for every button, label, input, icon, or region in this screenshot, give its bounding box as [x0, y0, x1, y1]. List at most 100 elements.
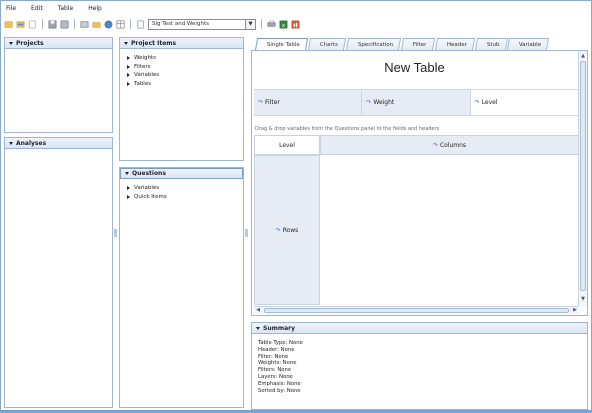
expand-icon[interactable] — [127, 81, 130, 86]
summary-line: Emphasis: None — [258, 380, 301, 387]
sig-test-dropdown[interactable]: Sig Test and Weights ▼ — [148, 18, 256, 30]
filter-drop-zone[interactable]: ↷ Filter — [254, 90, 363, 115]
columns-drop-zone[interactable]: ↷ Columns — [320, 135, 579, 155]
menu-bar: File Edit Table Help — [1, 1, 591, 15]
tab-charts[interactable]: Charts — [307, 38, 346, 50]
expand-icon[interactable] — [127, 56, 130, 61]
drop-zone-label: Filter — [265, 99, 280, 106]
table-icon[interactable] — [116, 20, 125, 29]
collapse-icon[interactable] — [124, 41, 128, 45]
project-items-title: Project Items — [131, 39, 177, 47]
collapse-icon[interactable] — [9, 141, 13, 145]
horizontal-scrollbar[interactable]: ◀ ▶ — [254, 306, 579, 314]
menu-file[interactable]: File — [6, 5, 16, 12]
vertical-scrollbar[interactable]: ▲ ▼ — [578, 51, 587, 306]
collapse-icon[interactable] — [125, 172, 129, 175]
drop-zone-label: Level — [481, 99, 498, 106]
toolbar: Sig Test and Weights ▼ x — [1, 16, 591, 32]
tab-stub[interactable]: Stub — [474, 38, 508, 50]
summary-line: Layers: None — [258, 373, 293, 380]
new-icon[interactable] — [4, 20, 13, 29]
tree-item-label: Variables — [134, 185, 160, 192]
table-grid: Level ↷ Columns ↷ Rows — [254, 135, 579, 305]
summary-body: Table Type: None Header: None Filter: No… — [252, 334, 587, 394]
save-all-icon[interactable] — [60, 20, 69, 29]
tab-variable[interactable]: Variable — [507, 38, 550, 50]
expand-icon[interactable] — [127, 186, 130, 191]
splitter-grip[interactable] — [114, 229, 117, 237]
summary-line: Weights: None — [258, 360, 297, 367]
scroll-up-icon[interactable]: ▲ — [579, 52, 587, 60]
tab-label: Variable — [519, 41, 542, 48]
summary-header[interactable]: Summary — [252, 323, 587, 334]
project-items-panel: Project Items Weights Filters Variables … — [119, 37, 244, 161]
level-drop-zone[interactable]: ↷ Level — [470, 90, 579, 115]
tree-item-weights[interactable]: Weights — [127, 54, 243, 63]
drop-zone-label: Weight — [373, 99, 395, 106]
weight-drop-zone[interactable]: ↷ Weight — [362, 90, 471, 115]
splitter-grip[interactable] — [245, 229, 248, 237]
summary-title: Summary — [263, 324, 296, 332]
drop-arrow-icon: ↷ — [432, 141, 438, 149]
rows-drop-zone[interactable]: ↷ Rows — [254, 155, 320, 305]
table-editor: New Table ↷ Filter ↷ Weight ↷ Level Drag & … — [251, 50, 588, 316]
tree-item-label: Quick Items — [134, 193, 167, 200]
chevron-down-icon[interactable]: ▼ — [245, 19, 255, 29]
tree-item-label: Tables — [134, 80, 152, 87]
drag-drop-hint: Drag & drop variables from the Questions… — [255, 126, 440, 132]
globe-icon[interactable] — [104, 20, 113, 29]
folder-icon[interactable] — [92, 20, 101, 29]
tree-item-variables[interactable]: Variables — [127, 184, 243, 193]
tab-specification[interactable]: Specification — [345, 38, 402, 50]
collapse-icon[interactable] — [9, 41, 13, 45]
tree-item-quick-items[interactable]: Quick Items — [127, 193, 243, 202]
tree-item-label: Weights — [134, 55, 157, 62]
tree-item-label: Variables — [134, 72, 160, 79]
analyses-title: Analyses — [16, 139, 47, 147]
tab-header[interactable]: Header — [434, 38, 475, 50]
projects-header[interactable]: Projects — [5, 38, 112, 49]
expand-icon[interactable] — [127, 194, 130, 199]
collapse-icon[interactable] — [256, 326, 260, 330]
tree-item-tables[interactable]: Tables — [127, 80, 243, 89]
save-icon[interactable] — [48, 20, 57, 29]
menu-edit[interactable]: Edit — [31, 5, 43, 12]
drop-arrow-icon: ↷ — [275, 226, 281, 234]
excel-icon[interactable]: x — [279, 20, 288, 29]
summary-line: Sorted by: None — [258, 387, 301, 394]
summary-line: Filter: None — [258, 353, 289, 360]
scroll-thumb[interactable] — [264, 308, 569, 313]
project-items-header[interactable]: Project Items — [120, 38, 243, 49]
menu-help[interactable]: Help — [88, 5, 102, 12]
expand-icon[interactable] — [127, 73, 130, 78]
tab-label: Stub — [486, 41, 500, 48]
tab-filter[interactable]: Filter — [401, 38, 435, 50]
questions-tree: Variables Quick Items — [120, 179, 243, 201]
scroll-left-icon[interactable]: ◀ — [254, 307, 262, 314]
toolbar-separator — [74, 19, 75, 29]
scroll-down-icon[interactable]: ▼ — [579, 295, 587, 303]
grid-corner[interactable]: Level — [254, 135, 320, 155]
analyses-header[interactable]: Analyses — [5, 138, 112, 149]
print-icon[interactable] — [267, 20, 276, 29]
expand-icon[interactable] — [127, 64, 130, 69]
questions-header[interactable]: Questions — [120, 168, 243, 179]
print-preview-icon[interactable] — [80, 20, 89, 29]
tree-item-variables[interactable]: Variables — [127, 71, 243, 80]
scroll-thumb[interactable] — [580, 61, 586, 291]
menu-table[interactable]: Table — [58, 5, 74, 12]
doc-icon[interactable] — [28, 20, 37, 29]
table-title: New Table — [384, 60, 445, 75]
analyses-panel: Analyses — [4, 137, 113, 408]
scroll-right-icon[interactable]: ▶ — [571, 307, 579, 314]
sig-test-icon — [137, 20, 144, 28]
questions-title: Questions — [132, 170, 166, 177]
chart-export-icon[interactable] — [291, 20, 300, 29]
rows-label: Rows — [282, 226, 299, 234]
tree-item-filters[interactable]: Filters — [127, 63, 243, 72]
projects-panel: Projects — [4, 37, 113, 133]
sig-test-value: Sig Test and Weights — [152, 21, 209, 27]
toolbar-separator — [261, 19, 262, 29]
open-icon[interactable] — [16, 20, 25, 29]
tab-label: Filter — [413, 41, 427, 48]
